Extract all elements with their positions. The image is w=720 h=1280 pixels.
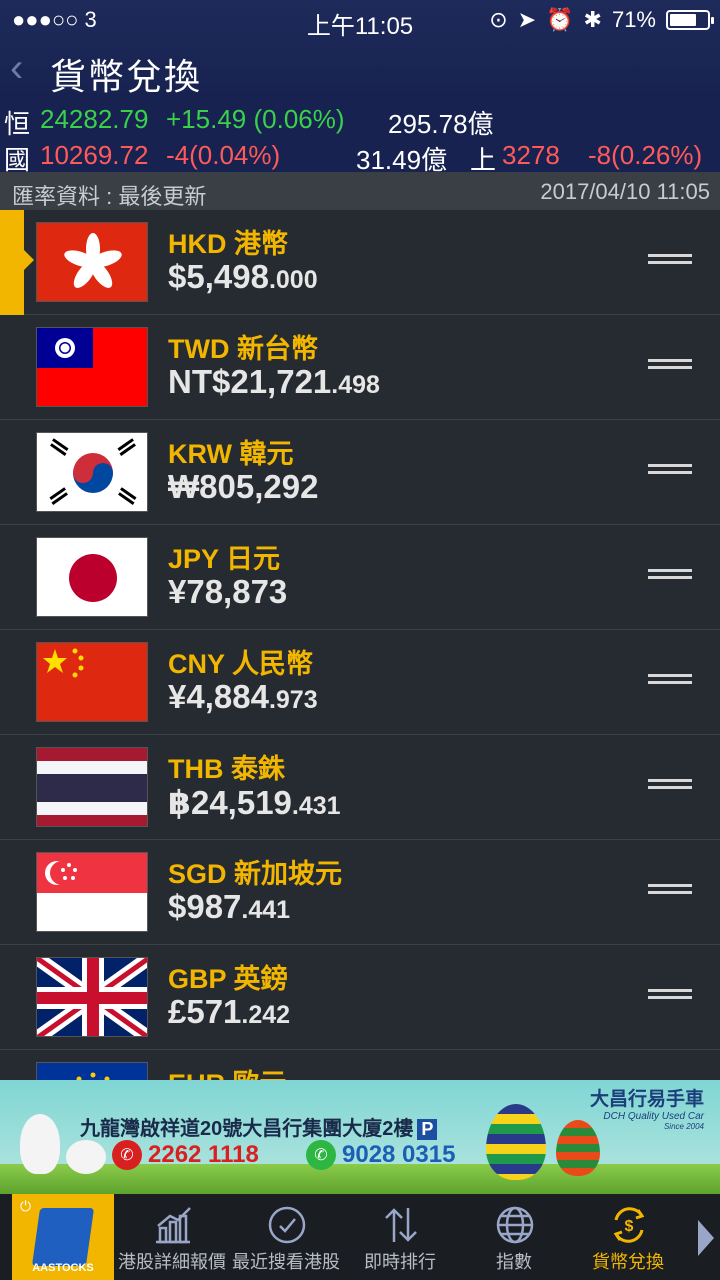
currency-code: GBP 英鎊 (168, 964, 288, 994)
index-ticker[interactable]: 恒 24282.79 +15.49 (0.06%) 295.78億 國 1026… (0, 100, 720, 175)
currency-code: SGD 新加坡元 (168, 859, 343, 889)
svg-text:$: $ (625, 1218, 634, 1235)
drag-handle-icon[interactable] (648, 989, 692, 1007)
more-arrow-icon[interactable] (698, 1220, 714, 1256)
sh-value: 3278 (502, 140, 560, 170)
sh-change: -8(0.26%) (588, 140, 703, 170)
drag-handle-icon[interactable] (648, 779, 692, 797)
tab-bar: ⏻ AASTOCKS 港股詳細報價 最近搜看港股 即時排行 指數 $ 貨幣兌換 (0, 1194, 720, 1280)
currency-amount: $987.441 (168, 888, 291, 925)
clock-icon (268, 1206, 306, 1244)
drag-handle-icon[interactable] (648, 464, 692, 482)
currency-row-sgd[interactable]: SGD 新加坡元 $987.441 (0, 840, 720, 945)
drag-handle-icon[interactable] (648, 674, 692, 692)
status-right: ⊙ ➤ ⏰ ✱ 71% (489, 7, 714, 33)
currency-amount: ¥78,873 (168, 573, 288, 610)
updown-arrows-icon (385, 1208, 417, 1242)
hk-flag-icon (36, 222, 148, 302)
rabbit-icon (66, 1140, 106, 1174)
nav-bar: ‹ 貨幣兌換 (0, 42, 720, 98)
th-flag-icon (36, 747, 148, 827)
tab-recent[interactable]: 最近搜看港股 (228, 1194, 344, 1280)
drag-handle-icon[interactable] (648, 569, 692, 587)
currency-code: JPY 日元 (168, 544, 281, 574)
parking-icon: P (417, 1119, 438, 1140)
rotation-lock-icon: ⊙ (489, 7, 508, 32)
battery-percent: 71% (611, 7, 656, 32)
currency-code: CNY 人民幣 (168, 649, 314, 679)
currency-row-gbp[interactable]: GBP 英鎊 £571.242 (0, 945, 720, 1050)
bluetooth-icon: ✱ (583, 7, 602, 32)
aastocks-logo[interactable]: ⏻ AASTOCKS (12, 1194, 114, 1280)
tw-flag-icon (36, 327, 148, 407)
currency-code: EUR 歐元 (168, 1062, 287, 1080)
kr-flag-icon (36, 432, 148, 512)
currency-row-cny[interactable]: CNY 人民幣 ¥4,884.973 (0, 630, 720, 735)
location-icon: ➤ (517, 7, 537, 32)
currency-code: KRW 韓元 (168, 439, 294, 469)
status-bar: ●●●○○ 3 上午11:05 ⊙ ➤ ⏰ ✱ 71% (0, 0, 720, 40)
update-timestamp: 2017/04/10 11:05 (540, 179, 710, 204)
ad-address: 九龍灣啟祥道20號大昌行集團大廈2樓 P (80, 1112, 438, 1141)
currency-amount: ¥4,884.973 (168, 678, 318, 715)
hsi-value: 24282.79 (40, 104, 149, 134)
update-bar: 匯率資料 : 最後更新 2017/04/10 11:05 (0, 172, 720, 210)
drag-handle-icon[interactable] (648, 254, 692, 272)
tab-hk-quote[interactable]: 港股詳細報價 (114, 1194, 230, 1280)
sg-flag-icon (36, 852, 148, 932)
hscei-row: 國 10269.72 -4(0.04%) 31.49億 上 3278 -8(0.… (0, 136, 720, 175)
power-icon: ⏻ (20, 1198, 32, 1214)
ad-brand: 大昌行易手車 DCH Quality Used Car Since 2004 (589, 1089, 704, 1131)
currency-row-thb[interactable]: THB 泰銖 ฿24,519.431 (0, 735, 720, 840)
currency-code: THB 泰銖 (168, 754, 285, 784)
gb-flag-icon (36, 957, 148, 1037)
tab-currency[interactable]: $ 貨幣兌換 (570, 1194, 686, 1280)
currency-row-jpy[interactable]: JPY 日元 ¥78,873 (0, 525, 720, 630)
chevron-left-icon[interactable]: ‹ (10, 46, 23, 91)
page-title: 貨幣兌換 (50, 56, 203, 97)
whatsapp-icon: ✆ (306, 1140, 336, 1170)
battery-icon (666, 10, 714, 30)
top-bar: ●●●○○ 3 上午11:05 ⊙ ➤ ⏰ ✱ 71% ‹ 貨幣兌換 (0, 0, 720, 100)
chart-icon (156, 1207, 191, 1244)
phone-icon: ✆ (112, 1140, 142, 1170)
update-label: 匯率資料 : 最後更新 (12, 184, 207, 209)
ad-phone: ✆ 2262 1118 (112, 1140, 259, 1170)
easter-egg-icon (486, 1104, 546, 1180)
ad-whatsapp: ✆ 9028 0315 (306, 1140, 455, 1170)
currency-row-twd[interactable]: TWD 新台幣 NT$21,721.498 (0, 315, 720, 420)
hsi-change: +15.49 (0.06%) (166, 104, 345, 134)
drag-handle-icon[interactable] (648, 884, 692, 902)
hscei-change: -4(0.04%) (166, 140, 281, 170)
currency-row-eur[interactable]: EUR 歐元 (0, 1050, 720, 1080)
currency-row-krw[interactable]: KRW 韓元 ₩805,292 (0, 420, 720, 525)
rabbit-icon (20, 1114, 60, 1174)
currency-amount: ₩805,292 (168, 468, 319, 505)
eu-flag-icon (36, 1062, 148, 1080)
drag-handle-icon[interactable] (648, 359, 692, 377)
currency-amount: ฿24,519.431 (168, 784, 341, 821)
selected-indicator (0, 210, 34, 315)
jp-flag-icon (36, 537, 148, 617)
currency-exchange-icon: $ (613, 1207, 645, 1243)
tab-ranking[interactable]: 即時排行 (342, 1194, 458, 1280)
hscei-value: 10269.72 (40, 140, 149, 170)
hsi-row: 恒 24282.79 +15.49 (0.06%) 295.78億 (0, 100, 720, 139)
ad-banner[interactable]: 大昌行易手車 DCH Quality Used Car Since 2004 九… (0, 1080, 720, 1194)
currency-row-hkd[interactable]: HKD 港幣 $5,498.000 (0, 210, 720, 315)
tab-index[interactable]: 指數 (456, 1194, 572, 1280)
alarm-icon: ⏰ (546, 7, 574, 32)
currency-list: HKD 港幣 $5,498.000 TWD 新台幣 NT$21,721.498 … (0, 210, 720, 1080)
cn-flag-icon (36, 642, 148, 722)
currency-code: HKD 港幣 (168, 229, 288, 259)
currency-amount: £571.242 (168, 993, 291, 1030)
globe-icon (496, 1206, 534, 1244)
currency-amount: NT$21,721.498 (168, 363, 380, 400)
currency-amount: $5,498.000 (168, 258, 318, 295)
currency-code: TWD 新台幣 (168, 334, 318, 364)
